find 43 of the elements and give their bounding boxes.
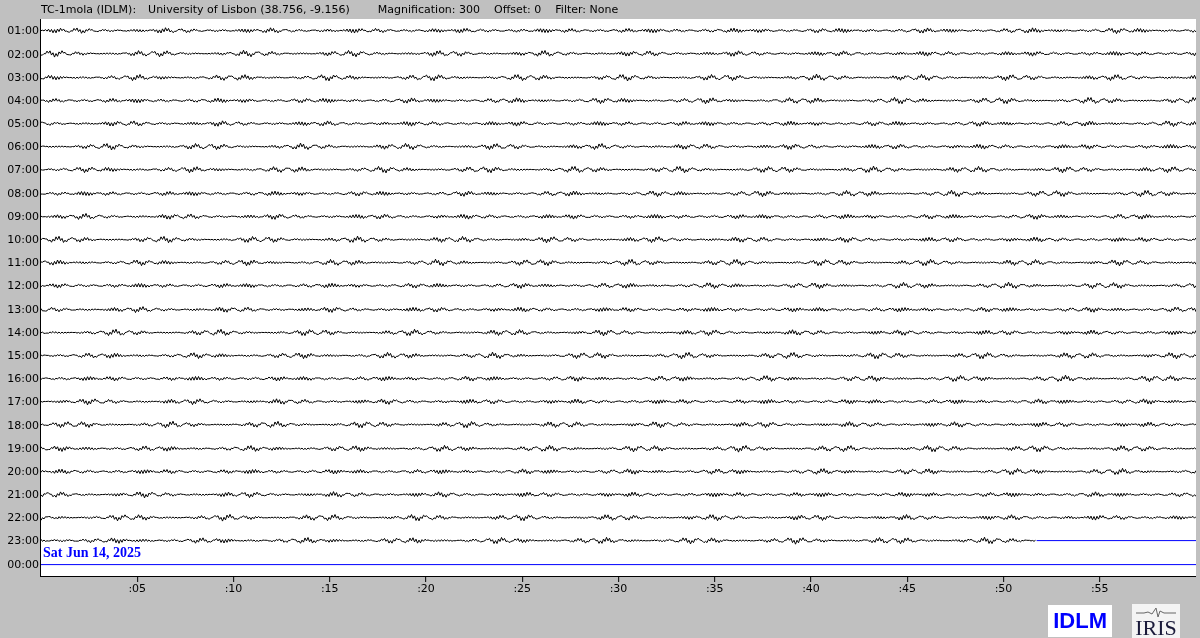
minute-tick: :20 (417, 576, 435, 595)
hour-label: 12:00 (6, 278, 40, 295)
hour-label: 21:00 (6, 487, 40, 504)
minute-tick: :50 (994, 576, 1013, 595)
filter-label: Filter: None (555, 3, 619, 17)
hour-label: 00:00 (6, 556, 40, 573)
hour-label: 17:00 (6, 394, 40, 411)
hour-label: 01:00 (6, 23, 40, 40)
hour-label: 23:00 (6, 533, 40, 550)
date-label: Sat Jun 14, 2025 (43, 544, 142, 561)
hour-label: 09:00 (6, 208, 40, 225)
hour-label: 15:00 (6, 347, 40, 364)
magnification-label: Magnification: 300 (377, 3, 481, 17)
hour-label: 06:00 (6, 139, 40, 156)
minute-tick: :10 (224, 576, 243, 595)
hour-label: 02:00 (6, 46, 40, 63)
hour-label: 20:00 (6, 463, 40, 480)
minute-tick: :55 (1090, 576, 1109, 595)
hour-label: 14:00 (6, 324, 40, 341)
hour-label: 03:00 (6, 69, 40, 86)
minute-tick: :35 (705, 576, 724, 595)
network-logo: IDLM (1048, 605, 1112, 637)
hour-label: 11:00 (6, 255, 40, 272)
station-name: TC-1mola (IDLM): (41, 3, 137, 17)
offset-label: Offset: 0 (494, 3, 542, 17)
hour-label: 19:00 (6, 440, 40, 457)
hour-label: 22:00 (6, 510, 40, 527)
minute-tick: :30 (609, 576, 628, 595)
hour-label: 13:00 (6, 301, 40, 318)
hour-label: 05:00 (6, 116, 40, 133)
hour-label: 18:00 (6, 417, 40, 434)
minute-tick: :40 (802, 576, 820, 595)
station-location: University of Lisbon (38.756, -9.156) (148, 3, 350, 17)
hour-label: 04:00 (6, 92, 40, 109)
hour-label: 07:00 (6, 162, 40, 179)
hour-label: 16:00 (6, 371, 40, 388)
hour-label: 08:00 (6, 185, 40, 202)
minute-tick: :25 (513, 576, 532, 595)
minute-tick: :45 (898, 576, 917, 595)
hour-label: 10:00 (6, 232, 40, 249)
minute-tick: :05 (128, 576, 147, 595)
minute-tick: :15 (320, 576, 339, 595)
iris-logo: IRIS (1132, 604, 1180, 638)
